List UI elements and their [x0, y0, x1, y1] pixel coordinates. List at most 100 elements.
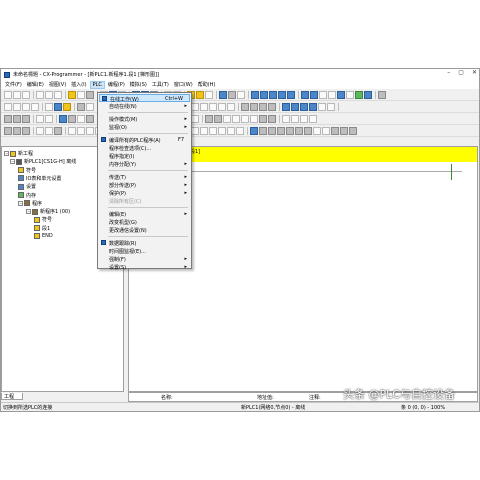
tb3-button-1[interactable]	[13, 115, 21, 123]
tb2-button-7[interactable]	[63, 103, 71, 111]
tb1-button-1[interactable]	[13, 91, 21, 99]
tb2-button-37[interactable]	[309, 103, 317, 111]
expand-toggle-icon[interactable]: −	[26, 209, 31, 215]
tb2-button-5[interactable]	[45, 103, 53, 111]
plc-menu-item-4[interactable]: 监视(O) ▸	[99, 123, 190, 131]
tb1-button-24[interactable]	[196, 91, 204, 99]
tb4-button-37[interactable]	[313, 127, 321, 135]
menu-item-3[interactable]: 插入(I)	[69, 81, 88, 88]
plc-menu-item-7[interactable]: 程序检查选项(C)...	[99, 144, 190, 152]
tb3-button-34[interactable]	[282, 115, 290, 123]
tab-project[interactable]: 工程	[1, 393, 23, 400]
tree-item-9[interactable]: 段1	[34, 225, 50, 232]
tb2-button-39[interactable]	[327, 103, 335, 111]
tb3-button-8[interactable]	[68, 115, 76, 123]
tb3-button-28[interactable]	[232, 115, 240, 123]
tb4-button-10[interactable]	[86, 127, 94, 135]
tb3-button-36[interactable]	[300, 115, 308, 123]
tb4-button-1[interactable]	[13, 127, 21, 135]
tb3-button-0[interactable]	[4, 115, 12, 123]
tb1-button-44[interactable]	[364, 91, 372, 99]
maximize-button[interactable]: ▢	[458, 69, 464, 76]
tb4-button-40[interactable]	[340, 127, 348, 135]
tb2-button-26[interactable]	[218, 103, 226, 111]
tb1-button-35[interactable]	[287, 91, 295, 99]
tree-item-5[interactable]: 内存	[18, 192, 36, 199]
tb2-button-31[interactable]	[259, 103, 267, 111]
tb3-button-5[interactable]	[45, 115, 53, 123]
tb4-button-0[interactable]	[4, 127, 12, 135]
minimize-button[interactable]: –	[447, 69, 450, 76]
tb4-button-27[interactable]	[227, 127, 235, 135]
tb3-button-23[interactable]	[191, 115, 199, 123]
plc-menu-item-6[interactable]: 编译所有的PLC程序(A) F7	[99, 136, 190, 144]
tb3-button-31[interactable]	[259, 115, 267, 123]
tb3-button-10[interactable]	[86, 115, 94, 123]
menu-item-9[interactable]: 帮助(H)	[196, 81, 218, 88]
menu-item-1[interactable]: 编辑(E)	[25, 81, 46, 88]
tb2-button-32[interactable]	[268, 103, 276, 111]
tb1-button-6[interactable]	[54, 91, 62, 99]
tb4-button-39[interactable]	[331, 127, 339, 135]
tb4-button-41[interactable]	[349, 127, 357, 135]
tb4-button-31[interactable]	[259, 127, 267, 135]
tb3-button-32[interactable]	[268, 115, 276, 123]
expand-toggle-icon[interactable]: −	[4, 151, 9, 156]
tb4-button-35[interactable]	[295, 127, 303, 135]
tb1-button-27[interactable]	[219, 91, 227, 99]
tb4-button-36[interactable]	[304, 127, 312, 135]
tb2-button-10[interactable]	[86, 103, 94, 111]
tree-item-3[interactable]: IO表和单元设置	[18, 175, 61, 182]
tb3-button-7[interactable]	[59, 115, 67, 123]
tb1-button-38[interactable]	[310, 91, 318, 99]
tb1-button-2[interactable]	[22, 91, 30, 99]
tb1-button-9[interactable]	[77, 91, 85, 99]
tb3-button-35[interactable]	[291, 115, 299, 123]
menu-item-4[interactable]: PLC	[89, 80, 105, 89]
tb1-button-10[interactable]	[86, 91, 94, 99]
tb1-button-0[interactable]	[4, 91, 12, 99]
plc-menu-item-20[interactable]: 数据跟踪(R)	[99, 239, 190, 247]
tb3-button-25[interactable]	[205, 115, 213, 123]
tb4-button-34[interactable]	[286, 127, 294, 135]
tb1-button-8[interactable]	[68, 91, 76, 99]
plc-menu-item-16[interactable]: 编辑(E) ▸	[99, 210, 190, 218]
tb4-button-4[interactable]	[36, 127, 44, 135]
tb2-button-25[interactable]	[209, 103, 217, 111]
plc-menu-item-0[interactable]: 在线工作(W) Ctrl+W	[99, 94, 190, 103]
plc-menu-item-9[interactable]: 内存分配(Y) ▸	[99, 160, 190, 168]
tb1-button-4[interactable]	[36, 91, 44, 99]
plc-menu-item-13[interactable]: 保护(P) ▸	[99, 189, 190, 197]
tb1-button-32[interactable]	[260, 91, 268, 99]
plc-menu-item-22[interactable]: 强制(F) ▸	[99, 255, 190, 263]
tree-item-6[interactable]: − 程序	[18, 200, 42, 207]
tb4-button-26[interactable]	[218, 127, 226, 135]
tb2-button-2[interactable]	[22, 103, 30, 111]
tree-item-4[interactable]: 设置	[18, 183, 36, 190]
expand-toggle-icon[interactable]: −	[10, 159, 15, 165]
tb3-button-30[interactable]	[250, 115, 258, 123]
tb3-button-9[interactable]	[77, 115, 85, 123]
tb4-button-30[interactable]	[250, 127, 258, 135]
plc-menu-item-8[interactable]: 程序指定(I)	[99, 152, 190, 160]
expand-toggle-icon[interactable]: −	[18, 200, 23, 206]
tb3-button-4[interactable]	[36, 115, 44, 123]
tb1-button-25[interactable]	[205, 91, 213, 99]
tb4-button-6[interactable]	[54, 127, 62, 135]
tb2-button-23[interactable]	[191, 103, 199, 111]
tb4-button-9[interactable]	[77, 127, 85, 135]
tb2-button-27[interactable]	[227, 103, 235, 111]
tb4-button-28[interactable]	[236, 127, 244, 135]
tb1-button-37[interactable]	[301, 91, 309, 99]
tb2-button-35[interactable]	[291, 103, 299, 111]
tb3-button-2[interactable]	[22, 115, 30, 123]
plc-menu-item-3[interactable]: 操作模式(M) ▸	[99, 115, 190, 123]
tb1-button-5[interactable]	[45, 91, 53, 99]
tb4-button-5[interactable]	[45, 127, 53, 135]
tb1-button-33[interactable]	[269, 91, 277, 99]
tb1-button-28[interactable]	[228, 91, 236, 99]
plc-menu-item-12[interactable]: 部分传送(P) ▸	[99, 181, 190, 189]
menu-item-6[interactable]: 模拟(S)	[128, 81, 149, 88]
tb4-button-23[interactable]	[191, 127, 199, 135]
menu-item-5[interactable]: 编程(P)	[106, 81, 127, 88]
